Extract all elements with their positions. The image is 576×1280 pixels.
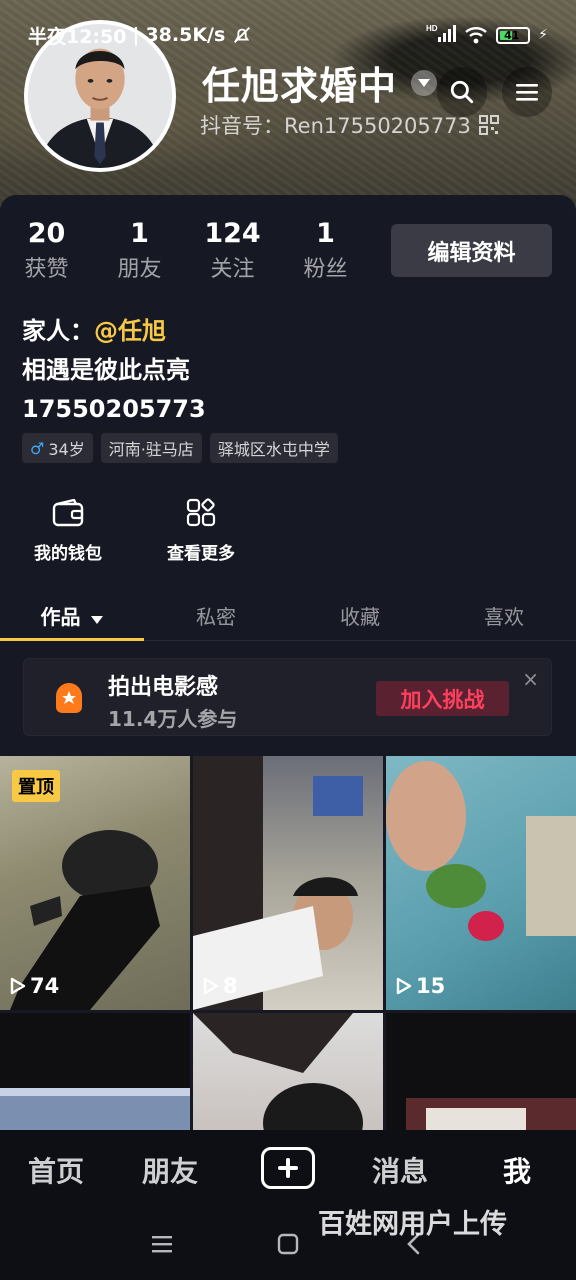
profile-name-row: 任旭求婚中	[202, 55, 438, 110]
close-icon[interactable]: ×	[522, 667, 539, 691]
video-thumbnail-image	[406, 1098, 576, 1130]
hamburger-menu-icon	[516, 84, 538, 101]
mute-bell-icon	[234, 27, 251, 43]
tab-works[interactable]: 作品	[0, 595, 144, 641]
stats-row: 20 获赞 1 朋友 124 关注 1 粉丝	[0, 219, 372, 283]
video-thumb[interactable]: 15	[386, 756, 576, 1010]
nav-friends[interactable]: 朋友	[142, 1150, 198, 1190]
status-left: 半夜12:50 | 38.5K/s	[28, 22, 253, 49]
apps-grid-icon	[183, 495, 219, 531]
plus-icon	[278, 1158, 298, 1178]
stat-value: 124	[204, 218, 261, 249]
wallet-icon	[50, 495, 86, 531]
search-icon	[450, 80, 474, 104]
menu-button[interactable]	[502, 67, 552, 117]
douyin-id: 抖音号：Ren17550205773	[200, 114, 471, 138]
profile-name: 任旭求婚中	[202, 64, 398, 108]
play-icon	[396, 977, 412, 995]
status-separator: |	[132, 24, 140, 46]
status-time: 半夜12:50	[28, 25, 127, 48]
status-right: HD 41 ⚡	[426, 23, 548, 47]
challenge-participants: 11.4万人参与	[108, 707, 238, 731]
qr-code-icon[interactable]	[478, 115, 499, 135]
account-switch-button[interactable]	[411, 69, 438, 96]
see-more-button[interactable]: 查看更多	[167, 495, 235, 564]
stat-likes[interactable]: 20 获赞	[0, 219, 93, 283]
wallet-label: 我的钱包	[34, 544, 102, 564]
video-thumbnail-image	[386, 761, 576, 941]
school-tag: 驿城区水屯中学	[209, 433, 338, 463]
see-more-label: 查看更多	[167, 544, 235, 564]
network-speed: 38.5K/s	[145, 24, 226, 46]
stat-value: 1	[130, 218, 149, 249]
video-thumb[interactable]: 置顶 74	[0, 756, 190, 1010]
male-icon: ♂	[30, 438, 45, 458]
stat-label: 朋友	[117, 257, 162, 282]
back-icon[interactable]	[402, 1232, 426, 1256]
stat-following[interactable]: 124 关注	[186, 219, 279, 283]
stat-label: 粉丝	[303, 257, 348, 282]
play-count-value: 8	[223, 974, 238, 998]
challenge-icon	[56, 683, 82, 713]
bio-line-1: 家人：@任旭	[22, 312, 206, 351]
play-count: 8	[203, 974, 238, 998]
video-thumb[interactable]: 8	[193, 756, 383, 1010]
wallet-button[interactable]: 我的钱包	[34, 495, 102, 564]
stat-label: 关注	[210, 257, 255, 282]
video-thumb[interactable]	[193, 1013, 383, 1130]
mention-link[interactable]: @任旭	[94, 317, 166, 345]
video-thumb[interactable]	[386, 1013, 576, 1130]
home-square-icon[interactable]	[276, 1232, 300, 1256]
tab-favorites[interactable]: 收藏	[288, 595, 432, 640]
search-button[interactable]	[437, 67, 487, 117]
play-icon	[10, 977, 26, 995]
bottom-nav: 首页 朋友 消息 我 百姓网用户上传	[0, 1130, 576, 1280]
stat-value: 20	[27, 218, 66, 249]
tab-works-label: 作品	[40, 605, 81, 629]
caret-down-icon	[418, 78, 431, 87]
battery-level: 41	[504, 28, 520, 42]
stat-value: 1	[316, 218, 335, 249]
play-count-value: 74	[30, 974, 60, 998]
play-count: 74	[10, 974, 59, 998]
video-thumb[interactable]	[0, 1013, 190, 1130]
bio-prefix: 家人：	[22, 317, 94, 345]
play-count: 15	[396, 974, 445, 998]
status-bar: 半夜12:50 | 38.5K/s HD 41 ⚡	[28, 20, 548, 50]
stat-label: 获赞	[24, 257, 69, 282]
recents-icon[interactable]	[150, 1232, 174, 1256]
age-tag: ♂ 34岁	[22, 433, 93, 463]
caret-down-icon	[91, 616, 104, 624]
bio: 家人：@任旭 相遇是彼此点亮 17550205773	[22, 312, 206, 429]
stat-friends[interactable]: 1 朋友	[93, 219, 186, 283]
play-count-value: 15	[416, 974, 446, 998]
challenge-banner[interactable]: 拍出电影感 11.4万人参与 加入挑战 ×	[23, 658, 552, 736]
tab-likes[interactable]: 喜欢	[432, 595, 576, 640]
edit-profile-button[interactable]: 编辑资料	[391, 224, 552, 277]
video-thumbnail-image	[193, 756, 363, 1010]
nav-messages[interactable]: 消息	[372, 1150, 428, 1190]
bio-line-3: 17550205773	[22, 395, 206, 423]
profile-tags: ♂ 34岁 河南·驻马店 驿城区水屯中学	[22, 433, 338, 463]
content-tabs: 作品 私密 收藏 喜欢	[0, 595, 576, 641]
wifi-icon	[465, 27, 487, 44]
hd-signal-icon: HD	[426, 23, 457, 47]
create-button[interactable]	[261, 1147, 315, 1189]
svg-text:HD: HD	[426, 24, 438, 33]
age-text: 34岁	[48, 440, 85, 459]
join-challenge-button[interactable]: 加入挑战	[376, 681, 509, 716]
nav-me[interactable]: 我	[503, 1150, 531, 1190]
bio-line-2: 相遇是彼此点亮	[22, 356, 190, 384]
battery-icon: 41	[496, 26, 531, 44]
video-thumbnail-image	[0, 1088, 190, 1130]
challenge-title: 拍出电影感	[108, 675, 219, 700]
tab-private[interactable]: 私密	[144, 595, 288, 640]
charging-icon: ⚡	[538, 27, 548, 43]
nav-home[interactable]: 首页	[28, 1150, 84, 1190]
video-thumbnail-image	[193, 1013, 363, 1130]
pinned-badge: 置顶	[12, 770, 60, 802]
play-icon	[203, 977, 219, 995]
stat-followers[interactable]: 1 粉丝	[279, 219, 372, 283]
location-tag: 河南·驻马店	[100, 433, 202, 463]
